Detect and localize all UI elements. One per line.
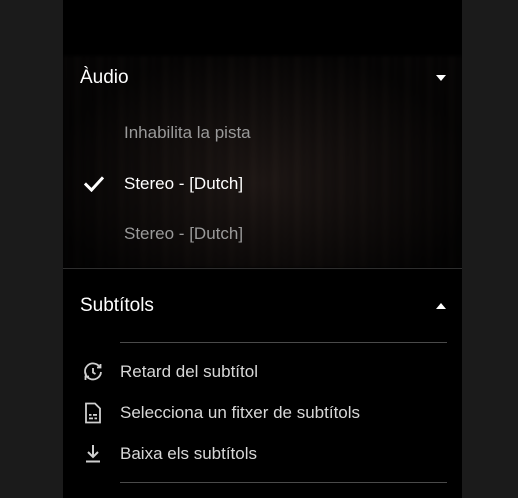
chevron-up-icon[interactable]: [436, 303, 446, 309]
subtitles-header-divider: [120, 342, 447, 343]
audio-track-label: Stereo - [Dutch]: [124, 174, 244, 193]
download-icon: [73, 444, 113, 464]
audio-track-label: Inhabilita la pista: [124, 123, 251, 142]
subtitle-delay-item[interactable]: Retard del subtítol: [63, 353, 462, 391]
select-subtitle-file-item[interactable]: Selecciona un fitxer de subtítols: [63, 394, 462, 432]
subtitle-file-icon: [73, 402, 113, 424]
right-backdrop: [462, 0, 518, 498]
download-subtitles-label: Baixa els subtítols: [120, 444, 258, 463]
audio-track-disable[interactable]: Inhabilita la pista: [63, 113, 462, 153]
subtitles-section-header[interactable]: Subtítols: [80, 288, 448, 324]
download-subtitles-item[interactable]: Baixa els subtítols: [63, 435, 462, 473]
subtitles-footer-divider: [120, 482, 447, 483]
subtitle-delay-icon: [73, 361, 113, 383]
subtitle-delay-label: Retard del subtítol: [120, 362, 258, 381]
audio-track-label: Stereo - [Dutch]: [124, 224, 244, 243]
chevron-down-icon[interactable]: [436, 75, 446, 81]
audio-section-title: Àudio: [80, 67, 129, 88]
select-subtitle-file-label: Selecciona un fitxer de subtítols: [120, 403, 361, 422]
section-divider: [63, 268, 462, 269]
audio-section-header[interactable]: Àudio: [80, 60, 448, 96]
audio-track-stereo-dutch-2[interactable]: Stereo - [Dutch]: [63, 214, 462, 254]
left-backdrop: [0, 0, 63, 498]
track-selection-panel: Àudio Inhabilita la pista Stereo - [Dutc…: [63, 0, 462, 498]
subtitles-section-title: Subtítols: [80, 295, 154, 316]
checkmark-icon: [63, 176, 124, 192]
audio-track-stereo-dutch-1[interactable]: Stereo - [Dutch]: [63, 164, 462, 204]
